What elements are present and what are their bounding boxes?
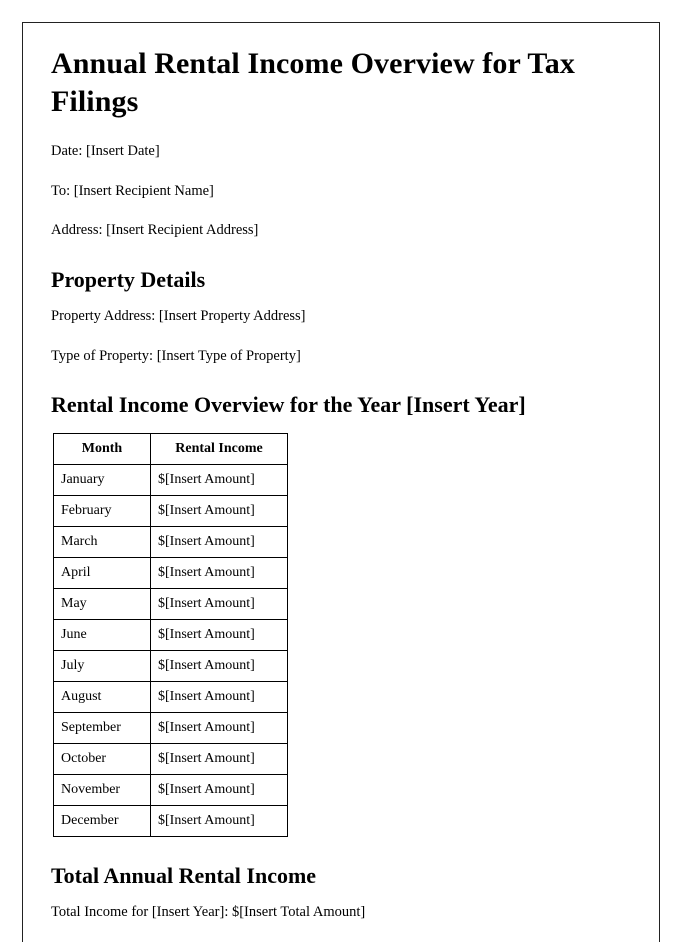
cell-rental-income: $[Insert Amount] <box>150 804 288 837</box>
page-title: Annual Rental Income Overview for Tax Fi… <box>51 47 575 118</box>
table-body: January $[Insert Amount] February $[Inse… <box>53 463 288 837</box>
cell-month: January <box>53 463 151 496</box>
cell-month: March <box>53 525 151 558</box>
cell-rental-income: $[Insert Amount] <box>150 711 288 744</box>
cell-month: December <box>53 804 151 837</box>
table-row: August $[Insert Amount] <box>53 680 288 713</box>
cell-rental-income: $[Insert Amount] <box>150 618 288 651</box>
cell-rental-income: $[Insert Amount] <box>150 773 288 806</box>
recipient-name-line: To: [Insert Recipient Name] <box>51 182 214 199</box>
cell-month: October <box>53 742 151 775</box>
table-row: February $[Insert Amount] <box>53 494 288 527</box>
cell-month: May <box>53 587 151 620</box>
table-row: October $[Insert Amount] <box>53 742 288 775</box>
cell-rental-income: $[Insert Amount] <box>150 494 288 527</box>
table-row: September $[Insert Amount] <box>53 711 288 744</box>
cell-rental-income: $[Insert Amount] <box>150 525 288 558</box>
document-body: Annual Rental Income Overview for Tax Fi… <box>51 45 631 923</box>
cell-rental-income: $[Insert Amount] <box>150 587 288 620</box>
cell-month: July <box>53 649 151 682</box>
date-line: Date: [Insert Date] <box>51 143 160 159</box>
cell-month: April <box>53 556 151 589</box>
total-income-line: Total Income for [Insert Year]: $[Insert… <box>51 903 366 920</box>
cell-month: August <box>53 680 151 713</box>
cell-rental-income: $[Insert Amount] <box>150 742 288 775</box>
table-head: Month Rental Income <box>53 432 288 465</box>
cell-rental-income: $[Insert Amount] <box>150 649 288 682</box>
table-row: June $[Insert Amount] <box>53 618 288 651</box>
property-address-line: Property Address: [Insert Property Addre… <box>51 308 306 325</box>
table-header-row: Month Rental Income <box>53 432 288 465</box>
cell-rental-income: $[Insert Amount] <box>150 463 288 496</box>
table-row: November $[Insert Amount] <box>53 773 288 806</box>
cell-month: February <box>53 494 151 527</box>
rental-income-table: Month Rental Income January $[Insert Amo… <box>53 432 288 837</box>
rental-income-overview-heading: Rental Income Overview for the Year [Ins… <box>51 392 526 418</box>
column-header-rental-income: Rental Income <box>150 432 288 465</box>
table-row: December $[Insert Amount] <box>53 804 288 837</box>
total-annual-rental-income-heading: Total Annual Rental Income <box>51 862 317 888</box>
property-details-heading: Property Details <box>51 266 206 292</box>
cell-rental-income: $[Insert Amount] <box>150 556 288 589</box>
column-header-month: Month <box>53 432 151 465</box>
table-row: March $[Insert Amount] <box>53 525 288 558</box>
table-row: April $[Insert Amount] <box>53 556 288 589</box>
cell-month: June <box>53 618 151 651</box>
cell-month: September <box>53 711 151 744</box>
cell-month: November <box>53 773 151 806</box>
table-row: July $[Insert Amount] <box>53 649 288 682</box>
document-page: Annual Rental Income Overview for Tax Fi… <box>22 22 660 942</box>
table-row: May $[Insert Amount] <box>53 587 288 620</box>
type-of-property-line: Type of Property: [Insert Type of Proper… <box>51 347 301 364</box>
table-row: January $[Insert Amount] <box>53 463 288 496</box>
cell-rental-income: $[Insert Amount] <box>150 680 288 713</box>
recipient-address-line: Address: [Insert Recipient Address] <box>51 222 259 239</box>
